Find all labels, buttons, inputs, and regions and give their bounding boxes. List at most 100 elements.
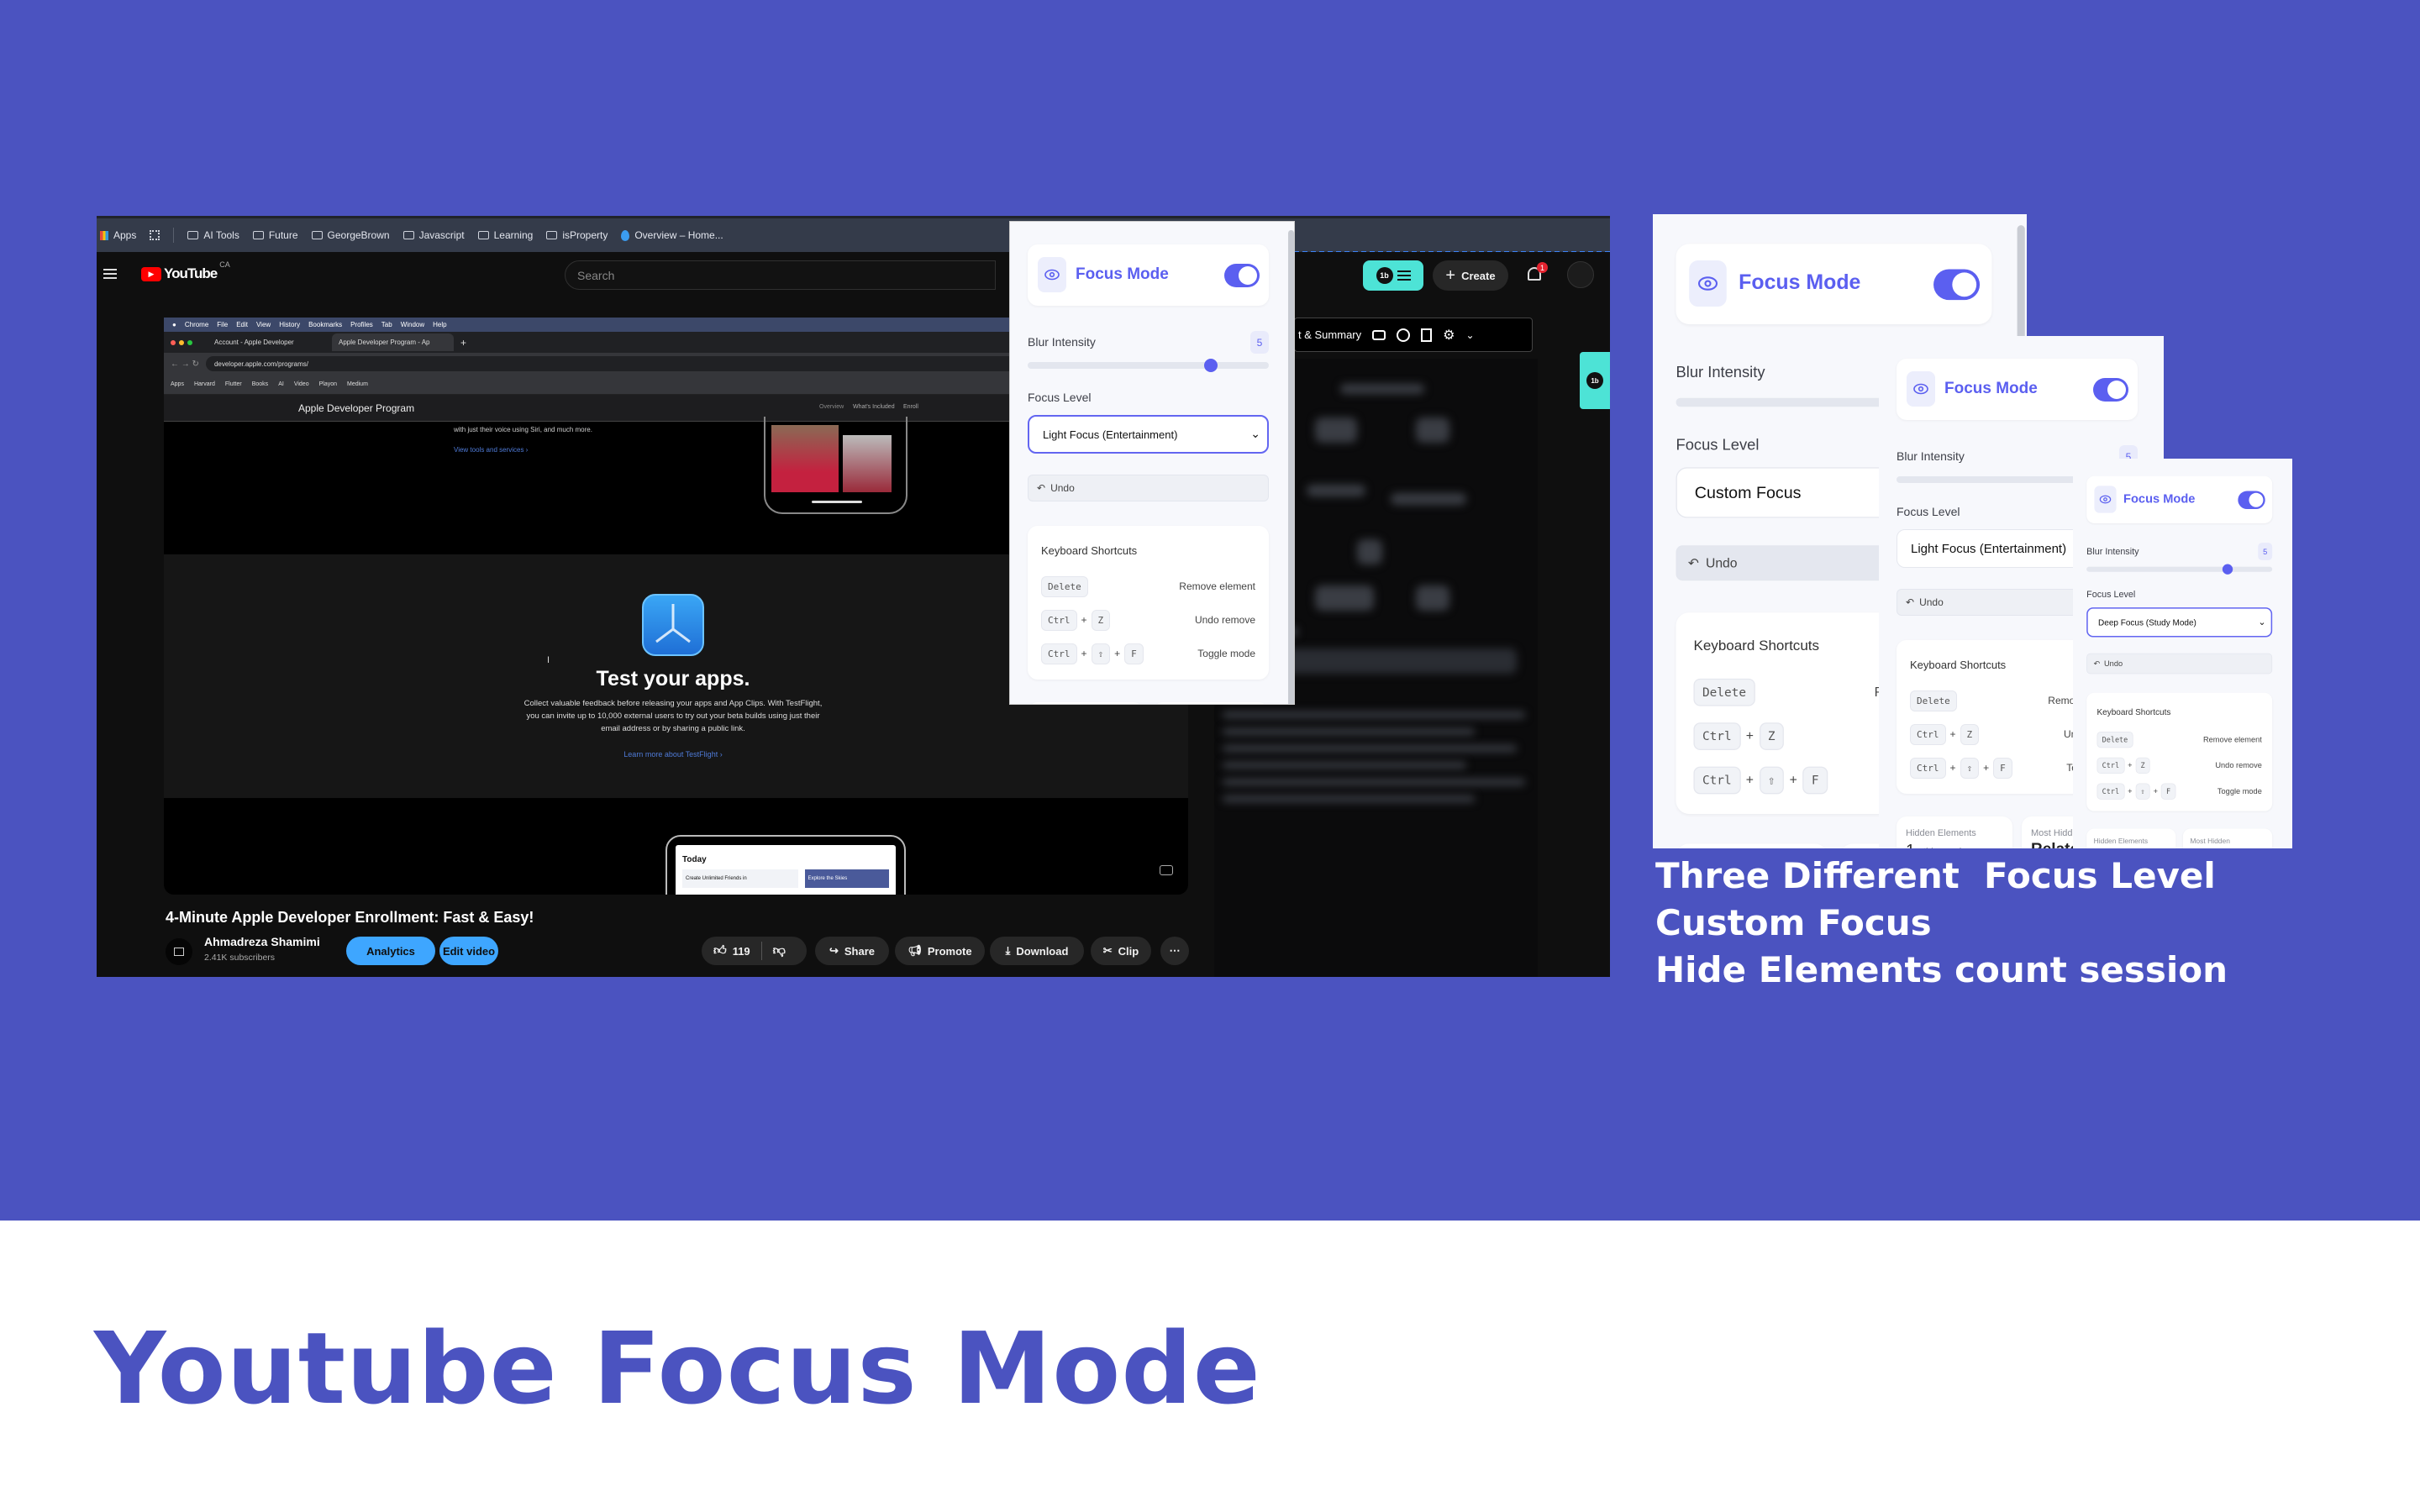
- nav-arrows-icon[interactable]: ← → ↻: [171, 360, 199, 369]
- key-chip: Delete: [1041, 575, 1088, 597]
- hidden-elements-label: Hidden Elements: [1906, 828, 1976, 838]
- mac-menu-item[interactable]: Help: [433, 321, 446, 328]
- undo-button[interactable]: ↶ Undo: [1028, 475, 1269, 501]
- robot-icon[interactable]: [1372, 329, 1386, 340]
- focus-mode-toggle[interactable]: [2093, 378, 2128, 402]
- plus-sign: +: [1081, 648, 1087, 659]
- summary-label[interactable]: t & Summary: [1298, 328, 1361, 341]
- mac-menu-item[interactable]: History: [279, 321, 300, 328]
- focus-mode-toggle[interactable]: [1933, 269, 1981, 301]
- bookmark-folder[interactable]: isProperty: [546, 229, 608, 241]
- focus-mode-toggle[interactable]: [2238, 491, 2265, 510]
- bookmark-folder[interactable]: GeorgeBrown: [311, 229, 390, 241]
- slider-thumb[interactable]: [1204, 359, 1218, 372]
- folder-icon: [187, 231, 199, 239]
- ipad-mockup: Today Create Unlimited Friends in Explor…: [666, 835, 906, 895]
- scrollbar[interactable]: [1288, 230, 1294, 704]
- inner-bookmark[interactable]: Playon: [319, 381, 337, 387]
- inner-bookmark[interactable]: Apps: [171, 381, 184, 387]
- bookmark-overview[interactable]: Overview – Home...: [621, 229, 723, 241]
- mac-menu-item[interactable]: Chrome: [185, 321, 208, 328]
- edit-video-button[interactable]: Edit video: [439, 937, 498, 965]
- inner-bookmark[interactable]: Flutter: [225, 381, 242, 387]
- bookmark-folder[interactable]: AI Tools: [187, 229, 239, 241]
- clip-button[interactable]: ✂ Clip: [1091, 937, 1151, 965]
- plus-sign: +: [1745, 772, 1754, 788]
- bookmark-folder[interactable]: Future: [252, 229, 298, 241]
- key-chip: Delete: [2096, 731, 2133, 748]
- avatar[interactable]: [1567, 261, 1594, 288]
- transcript-icon[interactable]: [1421, 328, 1433, 342]
- inner-bookmark[interactable]: Video: [294, 381, 309, 387]
- extension-side-tab[interactable]: 1b: [1580, 352, 1610, 409]
- browser-tab-active[interactable]: Apple Developer Program - Ap: [332, 333, 454, 351]
- focus-mode-toggle[interactable]: [1224, 264, 1260, 287]
- tv-icon[interactable]: [1160, 865, 1173, 875]
- create-button[interactable]: + Create: [1433, 260, 1508, 291]
- blur-intensity-slider[interactable]: [2086, 564, 2273, 575]
- caption-line: Hide Elements count session: [1655, 949, 2228, 990]
- mac-menu-item[interactable]: Window: [401, 321, 424, 328]
- promote-button[interactable]: 📢︎ Promote: [895, 937, 985, 965]
- channel-name[interactable]: Ahmadreza Shamimi: [204, 935, 320, 948]
- chevron-down-icon[interactable]: ⌄: [1465, 329, 1474, 341]
- share-button[interactable]: ↪ Share: [815, 937, 889, 965]
- apple-nav-link[interactable]: Enroll: [903, 404, 918, 410]
- browser-tab[interactable]: Account - Apple Developer: [214, 339, 332, 346]
- blur-value-badge: 5: [1250, 331, 1269, 354]
- bookmark-folder[interactable]: Javascript: [402, 229, 465, 241]
- learn-more-link[interactable]: Learn more about TestFlight ›: [164, 750, 1182, 759]
- analytics-button[interactable]: Analytics: [346, 937, 435, 965]
- apple-nav-title: Apple Developer Program: [298, 402, 415, 414]
- focus-level-select[interactable]: Deep Focus (Study Mode) ⌄: [2086, 607, 2273, 638]
- mac-menu-item[interactable]: View: [256, 321, 271, 328]
- thumbs-up-icon[interactable]: 👍︎: [713, 943, 727, 958]
- bookmark-label: Overview – Home...: [634, 229, 723, 241]
- apple-nav-link[interactable]: Overview: [819, 404, 844, 410]
- search-input[interactable]: Search: [565, 260, 996, 290]
- key-chip: F: [1993, 757, 2012, 779]
- mac-menu-item[interactable]: Profiles: [350, 321, 373, 328]
- mac-menu-item[interactable]: Tab: [381, 321, 392, 328]
- hamburger-menu-icon[interactable]: [103, 269, 117, 279]
- blur-intensity-slider[interactable]: [1028, 359, 1269, 372]
- mac-menu-item[interactable]: Edit: [236, 321, 248, 328]
- undo-button[interactable]: ↶ Undo: [2086, 653, 2273, 675]
- apple-nav-link[interactable]: What's Included: [853, 404, 895, 410]
- openai-icon[interactable]: [1397, 328, 1411, 342]
- mac-menu-item[interactable]: Bookmarks: [308, 321, 342, 328]
- thumbs-down-icon[interactable]: 👎︎: [773, 943, 786, 958]
- inner-bookmark[interactable]: AI: [278, 381, 284, 387]
- key-chip: Z: [2135, 757, 2150, 774]
- inner-bookmark[interactable]: Harvard: [194, 381, 215, 387]
- plus-sign: +: [2128, 786, 2133, 796]
- extension-menu-button[interactable]: 1b: [1363, 260, 1423, 291]
- focus-mode-header: Focus Mode: [1897, 359, 2138, 420]
- tools-link[interactable]: View tools and services ›: [454, 446, 528, 454]
- plus-sign: +: [2128, 760, 2133, 770]
- panel-content: Focus Mode Blur Intensity 5 Focus Level …: [2073, 459, 2292, 848]
- tab-groups-icon[interactable]: [150, 230, 160, 240]
- new-tab-icon[interactable]: +: [460, 337, 466, 349]
- inner-bookmark[interactable]: Books: [252, 381, 268, 387]
- bookmark-label: Apps: [113, 229, 137, 241]
- slider-thumb[interactable]: [2222, 564, 2233, 575]
- youtube-logo[interactable]: ▶ YouTube CA: [141, 260, 230, 282]
- menu-icon: [1397, 270, 1411, 281]
- hidden-elements-card: Hidden Elements 1 this session: [1897, 816, 2012, 848]
- gear-icon[interactable]: ⚙: [1443, 327, 1455, 344]
- panel-content: Focus Mode Blur Intensity 5 Focus Level …: [1010, 222, 1294, 704]
- more-actions-button[interactable]: ⋯: [1160, 937, 1189, 965]
- download-button[interactable]: ⤓ Download: [990, 937, 1084, 965]
- inner-bookmark[interactable]: Medium: [347, 381, 368, 387]
- mac-menu-item[interactable]: File: [217, 321, 228, 328]
- download-label: Download: [1016, 944, 1069, 958]
- focus-mode-title: Focus Mode: [2123, 492, 2196, 507]
- notifications-button[interactable]: 1: [1525, 262, 1548, 286]
- focus-level-select[interactable]: Light Focus (Entertainment) ⌄: [1028, 415, 1269, 454]
- promote-label: Promote: [927, 944, 972, 958]
- channel-avatar[interactable]: [166, 938, 192, 965]
- body-line: you can invite up to 10,000 external use…: [526, 711, 820, 721]
- bookmark-apps[interactable]: Apps: [100, 229, 136, 241]
- bookmark-folder[interactable]: Learning: [477, 229, 533, 241]
